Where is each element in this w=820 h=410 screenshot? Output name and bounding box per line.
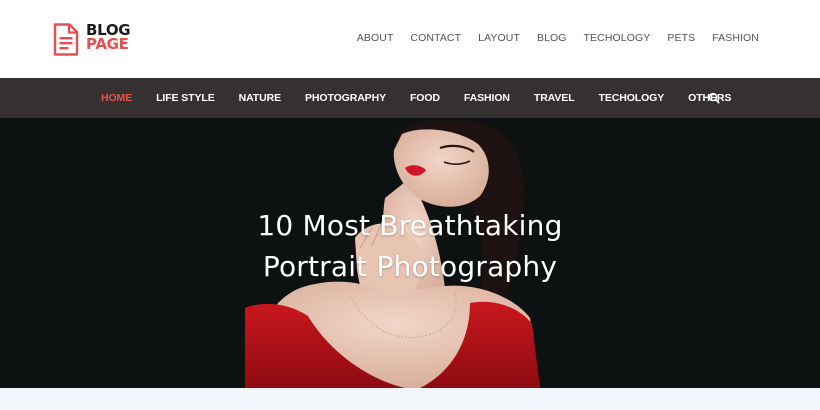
main-nav-home[interactable]: HOME <box>101 92 132 104</box>
content-area-top <box>0 388 820 410</box>
main-nav-photography[interactable]: PHOTOGRAPHY <box>305 92 386 104</box>
search-button[interactable] <box>708 92 720 104</box>
top-nav-techology[interactable]: TECHOLOGY <box>584 32 651 44</box>
logo-line2: PAGE <box>86 35 129 53</box>
top-header: BLOG PAGE ABOUT CONTACT LAYOUT BLOG TECH… <box>0 0 820 78</box>
main-nav-nature[interactable]: NATURE <box>239 92 281 104</box>
hero-banner[interactable]: 10 Most Breathtaking Portrait Photograph… <box>0 118 820 388</box>
main-nav-food[interactable]: FOOD <box>410 92 440 104</box>
top-nav-pets[interactable]: PETS <box>667 32 695 44</box>
main-nav-fashion[interactable]: FASHION <box>464 92 510 104</box>
top-nav-layout[interactable]: LAYOUT <box>478 32 520 44</box>
top-nav: ABOUT CONTACT LAYOUT BLOG TECHOLOGY PETS… <box>357 32 759 44</box>
top-nav-fashion[interactable]: FASHION <box>712 32 759 44</box>
main-nav-techology[interactable]: TECHOLOGY <box>599 92 665 104</box>
main-nav-list: HOME LIFE STYLE NATURE PHOTOGRAPHY FOOD … <box>101 78 755 118</box>
search-icon <box>708 92 720 104</box>
site-logo[interactable]: BLOG PAGE <box>53 22 131 56</box>
top-nav-about[interactable]: ABOUT <box>357 32 394 44</box>
logo-text: BLOG PAGE <box>86 23 131 53</box>
main-nav-life-style[interactable]: LIFE STYLE <box>156 92 215 104</box>
top-nav-blog[interactable]: BLOG <box>537 32 567 44</box>
main-nav-travel[interactable]: TRAVEL <box>534 92 575 104</box>
main-nav: HOME LIFE STYLE NATURE PHOTOGRAPHY FOOD … <box>0 78 820 118</box>
hero-title[interactable]: 10 Most Breathtaking Portrait Photograph… <box>0 205 820 287</box>
top-nav-contact[interactable]: CONTACT <box>410 32 461 44</box>
hero-title-line2: Portrait Photography <box>262 250 558 283</box>
hero-title-line1: 10 Most Breathtaking <box>257 209 563 242</box>
document-icon <box>53 22 79 56</box>
